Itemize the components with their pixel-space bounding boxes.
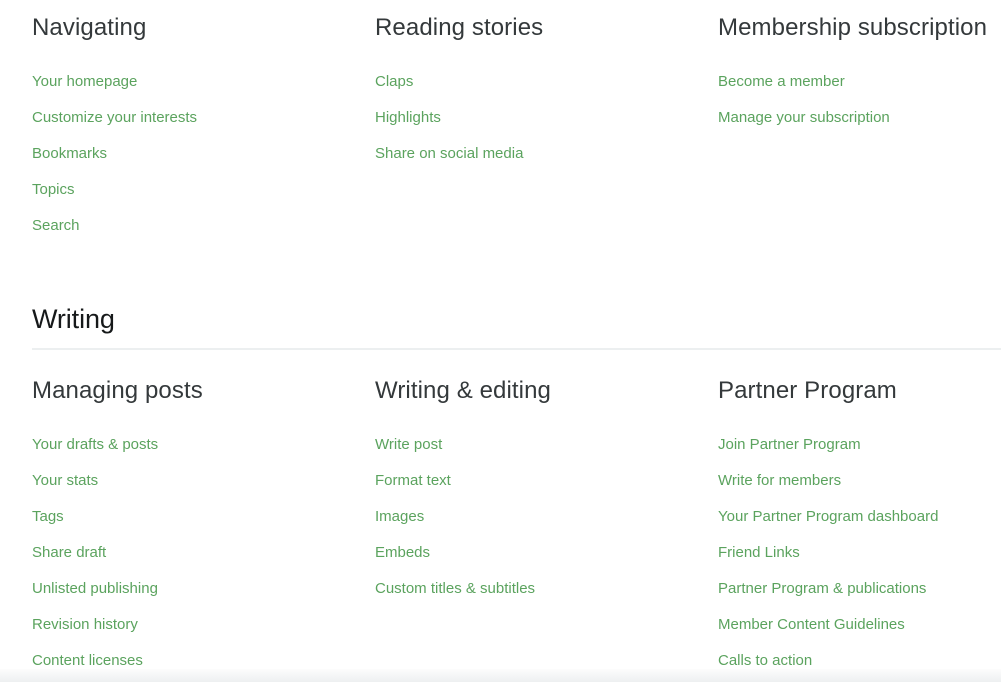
list-item: Highlights bbox=[375, 100, 694, 136]
column-heading-navigating: Navigating bbox=[32, 14, 147, 41]
list-item: Write for members bbox=[718, 463, 977, 499]
link-column-grid: Managing posts Your drafts & posts Your … bbox=[0, 377, 1001, 679]
link-share-draft[interactable]: Share draft bbox=[32, 535, 351, 571]
list-item: Your homepage bbox=[32, 64, 351, 100]
list-item: Friend Links bbox=[718, 535, 977, 571]
list-item: Partner Program & publications bbox=[718, 571, 977, 607]
list-item: Images bbox=[375, 499, 694, 535]
link-write-post[interactable]: Write post bbox=[375, 427, 694, 463]
column-membership-subscription: Membership subscription Become a member … bbox=[718, 14, 1001, 244]
list-item: Search bbox=[32, 208, 351, 244]
link-partner-program-and-publications[interactable]: Partner Program & publications bbox=[718, 571, 977, 607]
link-claps[interactable]: Claps bbox=[375, 64, 694, 100]
list-item: Custom titles & subtitles bbox=[375, 571, 694, 607]
column-heading-partner-program: Partner Program bbox=[718, 377, 897, 404]
link-become-a-member[interactable]: Become a member bbox=[718, 64, 977, 100]
column-heading-reading-stories: Reading stories bbox=[375, 14, 544, 41]
list-item: Share draft bbox=[32, 535, 351, 571]
link-customize-your-interests[interactable]: Customize your interests bbox=[32, 100, 351, 136]
link-images[interactable]: Images bbox=[375, 499, 694, 535]
section-reading: Navigating Your homepage Customize your … bbox=[0, 14, 1001, 244]
page-bottom-edge-band bbox=[0, 669, 1001, 682]
column-reading-stories: Reading stories Claps Highlights Share o… bbox=[375, 14, 718, 244]
list-item: Your stats bbox=[32, 463, 351, 499]
link-bookmarks[interactable]: Bookmarks bbox=[32, 136, 351, 172]
list-item: Your drafts & posts bbox=[32, 427, 351, 463]
list-item: Member Content Guidelines bbox=[718, 607, 977, 643]
link-search[interactable]: Search bbox=[32, 208, 351, 244]
list-item: Format text bbox=[375, 463, 694, 499]
list-item: Join Partner Program bbox=[718, 427, 977, 463]
column-heading-writing-and-editing: Writing & editing bbox=[375, 377, 552, 404]
list-item: Tags bbox=[32, 499, 351, 535]
section-title-writing: Writing bbox=[32, 304, 115, 334]
list-item: Manage your subscription bbox=[718, 100, 977, 136]
link-write-for-members[interactable]: Write for members bbox=[718, 463, 977, 499]
help-center-page: Navigating Your homepage Customize your … bbox=[0, 0, 1001, 682]
list-item: Bookmarks bbox=[32, 136, 351, 172]
link-highlights[interactable]: Highlights bbox=[375, 100, 694, 136]
link-share-on-social-media[interactable]: Share on social media bbox=[375, 136, 694, 172]
link-your-stats[interactable]: Your stats bbox=[32, 463, 351, 499]
column-heading-membership-subscription: Membership subscription bbox=[718, 14, 988, 41]
list-item: Claps bbox=[375, 64, 694, 100]
column-managing-posts: Managing posts Your drafts & posts Your … bbox=[32, 377, 375, 679]
link-join-partner-program[interactable]: Join Partner Program bbox=[718, 427, 977, 463]
list-item: Embeds bbox=[375, 535, 694, 571]
column-navigating: Navigating Your homepage Customize your … bbox=[32, 14, 375, 244]
list-item: Unlisted publishing bbox=[32, 571, 351, 607]
section-divider bbox=[32, 348, 1001, 351]
link-column-grid: Navigating Your homepage Customize your … bbox=[0, 14, 1001, 244]
link-list-navigating: Your homepage Customize your interests B… bbox=[32, 64, 351, 244]
link-list-writing-and-editing: Write post Format text Images Embeds Cus… bbox=[375, 427, 694, 607]
list-item: Become a member bbox=[718, 64, 977, 100]
link-list-membership-subscription: Become a member Manage your subscription bbox=[718, 64, 977, 136]
link-your-drafts-and-posts[interactable]: Your drafts & posts bbox=[32, 427, 351, 463]
link-your-homepage[interactable]: Your homepage bbox=[32, 64, 351, 100]
link-friend-links[interactable]: Friend Links bbox=[718, 535, 977, 571]
link-custom-titles-and-subtitles[interactable]: Custom titles & subtitles bbox=[375, 571, 694, 607]
link-list-reading-stories: Claps Highlights Share on social media bbox=[375, 64, 694, 172]
link-topics[interactable]: Topics bbox=[32, 172, 351, 208]
column-writing-and-editing: Writing & editing Write post Format text… bbox=[375, 377, 718, 679]
list-item: Write post bbox=[375, 427, 694, 463]
link-embeds[interactable]: Embeds bbox=[375, 535, 694, 571]
link-unlisted-publishing[interactable]: Unlisted publishing bbox=[32, 571, 351, 607]
list-item: Your Partner Program dashboard bbox=[718, 499, 977, 535]
link-tags[interactable]: Tags bbox=[32, 499, 351, 535]
column-partner-program: Partner Program Join Partner Program Wri… bbox=[718, 377, 1001, 679]
section-title-block-writing: Writing bbox=[0, 303, 1001, 351]
link-your-partner-program-dashboard[interactable]: Your Partner Program dashboard bbox=[718, 499, 977, 535]
list-item: Share on social media bbox=[375, 136, 694, 172]
link-list-partner-program: Join Partner Program Write for members Y… bbox=[718, 427, 977, 679]
link-revision-history[interactable]: Revision history bbox=[32, 607, 351, 643]
link-member-content-guidelines[interactable]: Member Content Guidelines bbox=[718, 607, 977, 643]
list-item: Revision history bbox=[32, 607, 351, 643]
list-item: Customize your interests bbox=[32, 100, 351, 136]
link-list-managing-posts: Your drafts & posts Your stats Tags Shar… bbox=[32, 427, 351, 679]
column-heading-managing-posts: Managing posts bbox=[32, 377, 203, 404]
list-item: Topics bbox=[32, 172, 351, 208]
section-writing: Managing posts Your drafts & posts Your … bbox=[0, 377, 1001, 679]
link-manage-your-subscription[interactable]: Manage your subscription bbox=[718, 100, 977, 136]
link-format-text[interactable]: Format text bbox=[375, 463, 694, 499]
